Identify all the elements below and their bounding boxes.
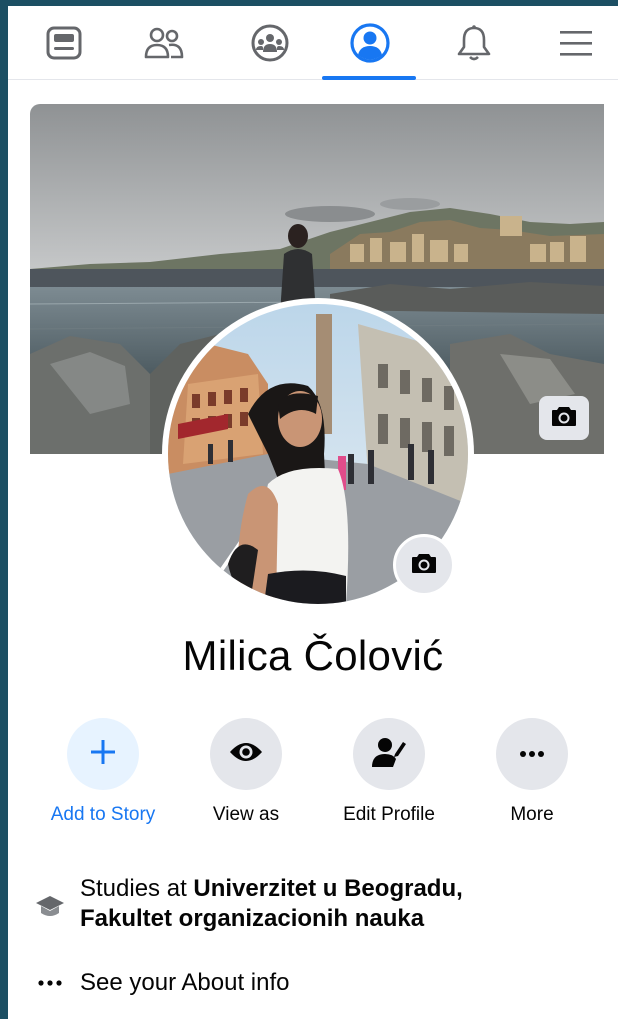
- add-to-story-circle: [67, 718, 139, 790]
- profile-name: Milica Čolović: [182, 632, 444, 679]
- tab-news-feed[interactable]: [16, 6, 112, 80]
- groups-icon: [250, 23, 290, 63]
- tab-menu[interactable]: [528, 6, 618, 80]
- edit-profile-picture-button[interactable]: [393, 534, 455, 596]
- news-feed-icon: [46, 26, 82, 60]
- view-as-circle: [210, 718, 282, 790]
- plus-icon: [88, 737, 118, 772]
- more-button[interactable]: More: [462, 718, 602, 828]
- graduation-cap-icon: [30, 894, 70, 920]
- active-tab-indicator: [322, 76, 416, 80]
- menu-icon: [558, 28, 594, 58]
- camera-icon: [551, 405, 577, 432]
- add-to-story-button[interactable]: Add to Story: [33, 718, 173, 828]
- tab-profile[interactable]: [322, 6, 418, 80]
- profile-screen: Milica Čolović Add to Story View as Edit…: [8, 6, 618, 1019]
- edit-profile-circle: [353, 718, 425, 790]
- edit-profile-icon: [371, 736, 407, 773]
- more-icon: [519, 745, 545, 763]
- view-as-label: View as: [212, 804, 280, 825]
- school-name-line2[interactable]: Fakultet organizacionih nauka: [80, 905, 424, 932]
- add-to-story-label: Add to Story: [50, 804, 156, 825]
- studies-prefix: Studies at: [80, 875, 194, 902]
- profile-icon: [349, 22, 391, 64]
- more-dots-icon: [30, 980, 70, 986]
- tab-notifications[interactable]: [426, 6, 522, 80]
- camera-icon: [411, 552, 437, 579]
- education-info-row: Studies at Univerzitet u Beogradu, Fakul…: [30, 874, 600, 934]
- see-about-info-row[interactable]: See your About info: [30, 968, 600, 998]
- school-name-line1[interactable]: Univerzitet u Beogradu,: [193, 875, 462, 902]
- view-as-button[interactable]: View as: [176, 718, 316, 828]
- edit-profile-label: Edit Profile: [343, 804, 435, 825]
- edit-profile-button[interactable]: Edit Profile: [319, 718, 459, 828]
- education-text: Studies at Univerzitet u Beogradu, Fakul…: [80, 874, 463, 934]
- friends-icon: [144, 26, 184, 60]
- edit-cover-photo-button[interactable]: [539, 396, 589, 440]
- tab-friends[interactable]: [116, 6, 212, 80]
- notifications-icon: [456, 24, 492, 62]
- more-label: More: [510, 804, 554, 825]
- tab-groups[interactable]: [222, 6, 318, 80]
- more-circle: [496, 718, 568, 790]
- see-about-info-label: See your About info: [80, 969, 290, 996]
- eye-icon: [228, 740, 264, 769]
- top-navigation-bar: [8, 6, 618, 80]
